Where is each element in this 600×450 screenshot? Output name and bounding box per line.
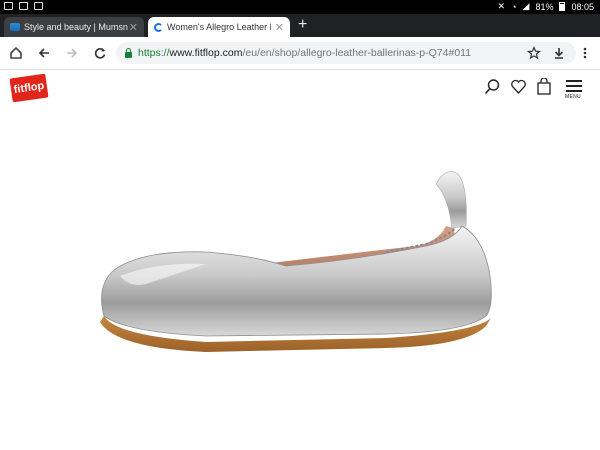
more-button[interactable] [575,43,595,63]
back-button[interactable] [34,43,54,63]
battery-percent: 81% [535,1,554,12]
new-tab-button[interactable]: + [298,16,307,34]
product-image [100,171,492,352]
gallery-icon [4,2,13,10]
forward-icon [67,48,78,58]
download-button[interactable] [549,43,569,63]
heart-icon[interactable] [510,78,527,95]
url-path: /eu/en/shop/allegro-leather-ballerinas-p… [242,47,472,59]
download-icon [554,48,564,59]
close-icon[interactable]: ✕ [275,21,284,34]
loading-spinner-icon [154,22,163,32]
star-icon [527,46,541,60]
wifi-icon: ◔ [511,1,517,12]
forward-button[interactable] [62,43,82,63]
signal-icon: ◢ [522,1,530,11]
tab-strip: Style and beauty | Mumsnet S ✕ Women's A… [0,14,600,37]
notification-icons [4,2,43,10]
bag-icon[interactable] [536,78,552,95]
home-button[interactable] [6,43,26,63]
tab-title: Style and beauty | Mumsnet S [24,22,128,32]
back-icon [38,48,49,58]
chat-icon [34,2,43,10]
reload-button[interactable] [90,43,110,63]
clock: 08:05 [571,1,594,12]
tab-mumsnet[interactable]: Style and beauty | Mumsnet S ✕ [4,17,144,37]
mumsnet-favicon-icon [10,23,20,31]
menu-label[interactable]: MENU [565,94,581,100]
mute-icon: ✕ [497,1,506,11]
home-icon [10,46,22,59]
lock-icon [125,48,132,58]
bookmark-button[interactable] [524,43,544,63]
fitflop-page: fitflop MENU [0,70,600,450]
url-scheme: https:// [138,47,170,59]
tab-title: Women's Allegro Leather Blac [167,22,271,32]
reload-icon [94,48,106,59]
menu-icon[interactable] [566,80,582,95]
url-text[interactable]: https://www.fitflop.com/eu/en/shop/alleg… [138,47,471,59]
more-icon [583,47,587,59]
fitflop-logo[interactable]: fitflop [9,73,49,103]
search-icon[interactable] [484,78,501,95]
browser-toolbar: https://www.fitflop.com/eu/en/shop/alleg… [0,37,600,70]
notification-icon [19,2,28,10]
address-bar[interactable]: https://www.fitflop.com/eu/en/shop/alleg… [116,42,576,64]
status-bar: ✕ ◔ ◢ 81% 08:05 [0,0,600,14]
tab-fitflop[interactable]: Women's Allegro Leather Blac ✕ [148,17,290,37]
battery-icon [559,2,566,11]
close-icon[interactable]: ✕ [129,21,138,34]
url-host: www.fitflop.com [169,47,243,59]
